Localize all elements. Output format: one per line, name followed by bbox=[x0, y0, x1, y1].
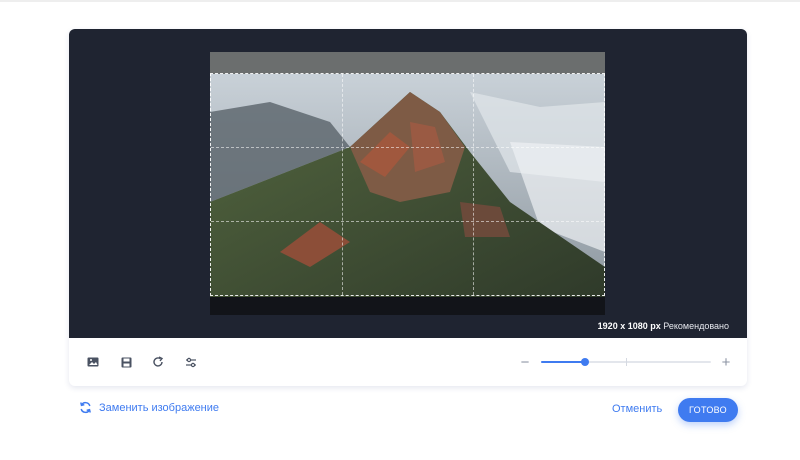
zoom-slider-thumb[interactable] bbox=[581, 358, 590, 366]
editor-footer: Заменить изображение Отменить ГОТОВО bbox=[69, 397, 747, 423]
zoom-out-button[interactable]: − bbox=[517, 353, 533, 371]
resolution-label: 1920 x 1080 px Рекомендовано bbox=[598, 321, 729, 331]
replace-image-label: Заменить изображение bbox=[99, 401, 220, 414]
zoom-slider[interactable] bbox=[541, 358, 711, 366]
crop-frame[interactable] bbox=[210, 73, 605, 296]
cancel-button[interactable]: Отменить bbox=[612, 403, 662, 415]
save-icon bbox=[121, 357, 131, 367]
top-divider bbox=[0, 0, 800, 2]
image-editor-page: 1920 x 1080 px Рекомендовано − + Заменит… bbox=[0, 0, 800, 460]
refresh-icon bbox=[80, 401, 91, 414]
crop-grid-line bbox=[211, 147, 604, 148]
resolution-size: 1920 x 1080 px bbox=[597, 321, 661, 331]
image-tool-button[interactable] bbox=[83, 352, 103, 372]
crop-grid-line bbox=[211, 221, 604, 222]
replace-image-button[interactable]: Заменить изображение bbox=[79, 401, 219, 414]
image-canvas: 1920 x 1080 px Рекомендовано bbox=[69, 29, 747, 338]
zoom-in-button[interactable]: + bbox=[718, 353, 734, 371]
editor-toolbar: − + bbox=[69, 338, 747, 386]
editor-card: 1920 x 1080 px Рекомендовано − + bbox=[69, 29, 747, 386]
image-icon bbox=[87, 357, 99, 367]
adjust-tool-button[interactable] bbox=[181, 352, 201, 372]
crop-grid-line bbox=[342, 74, 343, 295]
rotate-tool-button[interactable] bbox=[148, 352, 168, 372]
done-button[interactable]: ГОТОВО bbox=[678, 398, 738, 422]
zoom-slider-tick bbox=[626, 358, 627, 366]
zoom-slider-fill bbox=[541, 361, 586, 363]
save-tool-button[interactable] bbox=[116, 352, 136, 372]
crop-grid-line bbox=[473, 74, 474, 295]
adjust-icon bbox=[186, 357, 196, 367]
resolution-note: Рекомендовано bbox=[663, 321, 729, 331]
rotate-icon bbox=[153, 356, 164, 367]
